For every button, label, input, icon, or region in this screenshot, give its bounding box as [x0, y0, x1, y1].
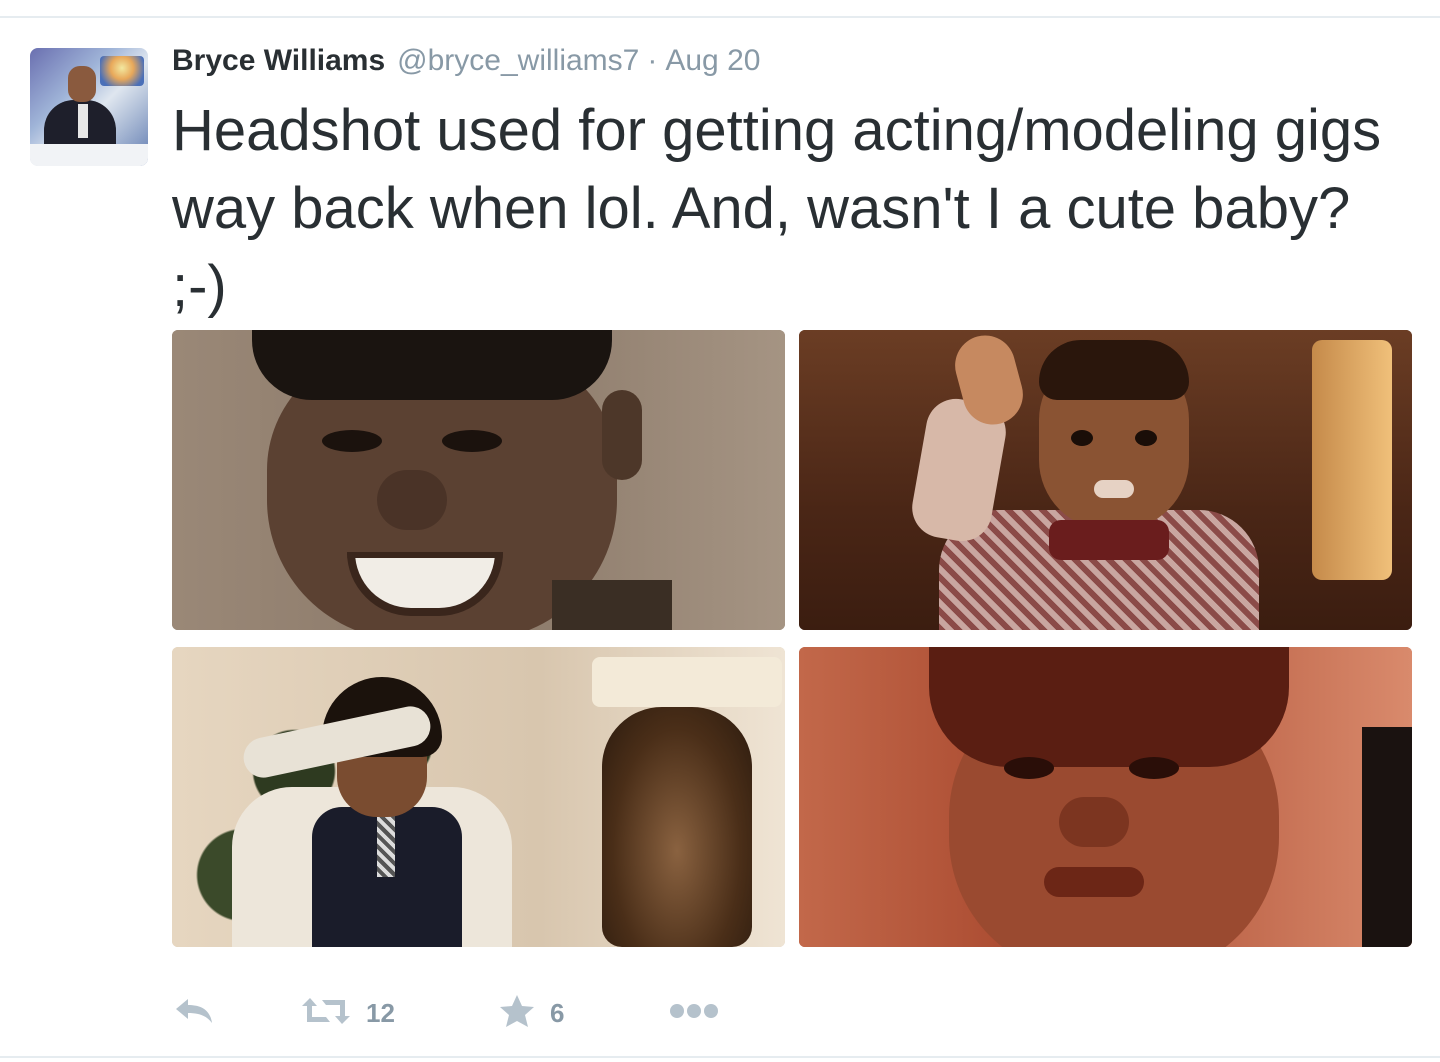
photo-child-closeup[interactable]	[799, 647, 1412, 947]
photo-headshot[interactable]	[172, 330, 785, 630]
retweet-count: 12	[366, 997, 395, 1028]
retweet-icon	[300, 994, 352, 1033]
photo-baby-waving[interactable]	[799, 330, 1412, 630]
avatar-background-screen	[100, 56, 144, 86]
tweet-text: Headshot used for getting acting/modelin…	[172, 98, 1382, 319]
media-grid	[172, 330, 1412, 948]
favorite-count: 6	[550, 997, 565, 1028]
avatar-shirt	[78, 104, 88, 138]
favorite-button[interactable]: 6	[498, 988, 564, 1038]
avatar-head	[68, 66, 96, 102]
author-name[interactable]: Bryce Williams	[172, 44, 385, 78]
avatar[interactable]	[30, 48, 148, 166]
photo-child-saluting[interactable]	[172, 647, 785, 947]
bottom-divider	[0, 1056, 1440, 1058]
tweet-date[interactable]: Aug 20	[665, 44, 760, 78]
avatar-desk	[30, 144, 148, 166]
reply-icon	[172, 995, 216, 1032]
more-button[interactable]	[668, 988, 720, 1038]
reply-button[interactable]	[172, 988, 216, 1038]
header-separator: ·	[647, 44, 658, 77]
tweet-actions: 12 6	[172, 988, 872, 1038]
tweet-header: Bryce Williams @bryce_williams7 · Aug 20	[172, 44, 760, 84]
author-handle[interactable]: @bryce_williams7	[397, 44, 639, 78]
more-dots-icon	[668, 1001, 720, 1026]
star-icon	[498, 993, 536, 1034]
retweet-button[interactable]: 12	[300, 988, 395, 1038]
